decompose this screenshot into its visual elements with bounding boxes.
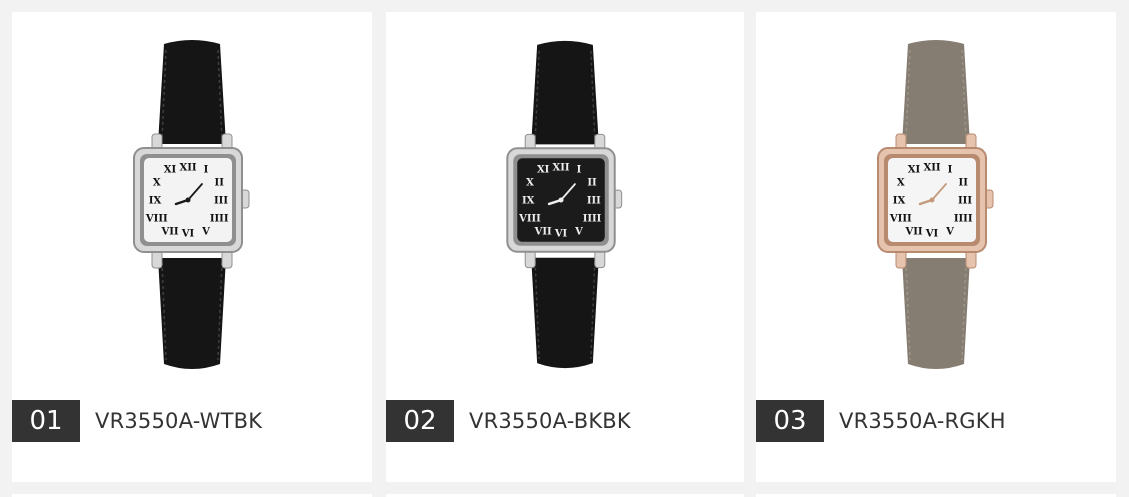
product-model-name[interactable]: VR3550A-BKBK	[469, 409, 631, 433]
product-grid: XII I II III IIII V VI VII VIII IX X XI 01 VR3550A-…	[0, 0, 1129, 497]
dial-numeral-mark: IIII	[210, 214, 229, 225]
product-label-row: 02 VR3550A-BKBK	[386, 400, 744, 442]
product-model-name[interactable]: VR3550A-RGKH	[839, 409, 1006, 433]
dial-numeral-mark: VI	[181, 229, 195, 240]
dial-numeral-mark: VIII	[518, 213, 541, 224]
product-card[interactable]: XII I II III IIII V VI VII VIII IX X XI 02 VR3550A-…	[386, 12, 744, 482]
dial-numeral-mark: III	[958, 196, 972, 207]
dial-numeral-mark: IIII	[954, 214, 973, 225]
dial-numeral-mark: VIII	[889, 214, 912, 225]
dial-numeral-mark: VI	[925, 229, 939, 240]
dial-numeral-mark: XI	[537, 164, 550, 175]
dial-numeral-mark: II	[959, 178, 969, 189]
dial-numeral-mark: IX	[522, 195, 535, 206]
dial-numeral-mark: VIII	[145, 214, 168, 225]
lower-strap	[531, 257, 599, 369]
dial-numeral-mark: II	[587, 178, 597, 189]
watch-illustration: XII IIIIIIIIIIVVIVIIVIIIIXXXI	[877, 40, 994, 369]
upper-strap	[158, 40, 226, 144]
dial-numeral-mark: VII	[160, 227, 178, 238]
lower-strap	[158, 258, 226, 369]
dial-numeral-mark: I	[204, 164, 209, 175]
dial-numeral-mark: X	[153, 178, 161, 189]
dial-numeral-mark: XI	[164, 164, 177, 175]
upper-strap	[531, 40, 599, 145]
dial-numeral-mark: IIII	[583, 213, 602, 224]
dial-numeral-mark: XII	[179, 163, 196, 174]
dial-numeral-mark: V	[201, 227, 210, 238]
dial-numeral-mark: I	[577, 164, 582, 175]
dial-numeral-mark: IX	[149, 196, 162, 207]
dial-numeral-mark: X	[526, 178, 534, 189]
dial-numeral-mark: V	[574, 227, 583, 238]
dial-numeral-mark: III	[214, 196, 228, 207]
hand-pivot	[929, 197, 935, 203]
dial-numeral-mark: XI	[908, 164, 921, 175]
hand-pivot	[185, 197, 191, 203]
product-model-name[interactable]: VR3550A-WTBK	[95, 409, 262, 433]
dial-numeral-mark: X	[897, 178, 905, 189]
product-label-row: 03 VR3550A-RGKH	[756, 400, 1116, 442]
product-card[interactable]: XII I II III IIII V VI VII VIII IX X XI 03 VR3550A-…	[756, 12, 1116, 482]
product-number-badge: 03	[756, 400, 824, 442]
product-number-badge: 02	[386, 400, 454, 442]
upper-strap	[902, 40, 970, 144]
product-label-row: 01 VR3550A-WTBK	[12, 400, 372, 442]
product-card[interactable]: XII I II III IIII V VI VII VIII IX X XI 01 VR3550A-…	[12, 12, 372, 482]
product-image[interactable]: XII I II III IIII V VI VII VIII IX X XI	[386, 12, 744, 392]
dial-numeral-mark: VI	[554, 228, 568, 239]
dial-numeral-mark: V	[945, 227, 954, 238]
dial-numeral-mark: IX	[893, 196, 906, 207]
lower-strap	[902, 258, 970, 369]
dial-numeral-mark: VII	[904, 227, 922, 238]
dial-numeral-mark: III	[587, 195, 601, 206]
product-image[interactable]: XII I II III IIII V VI VII VIII IX X XI	[756, 12, 1116, 392]
dial-numeral-mark: XII	[923, 163, 940, 174]
dial-numeral-mark: XII	[553, 163, 570, 174]
hand-pivot	[558, 197, 564, 203]
product-number-badge: 01	[12, 400, 80, 442]
dial-numeral-mark: II	[215, 178, 225, 189]
watch-illustration: XII IIIIIIIIIIVVIVIIVIIIIXXXI	[133, 40, 250, 369]
product-image[interactable]: XII I II III IIII V VI VII VIII IX X XI	[12, 12, 372, 392]
dial-numeral-mark: I	[948, 164, 953, 175]
dial-numeral-mark: VII	[534, 227, 552, 238]
watch-illustration: XII IIIIIIIIIIVVIVIIVIIIIXXXI	[506, 40, 623, 369]
